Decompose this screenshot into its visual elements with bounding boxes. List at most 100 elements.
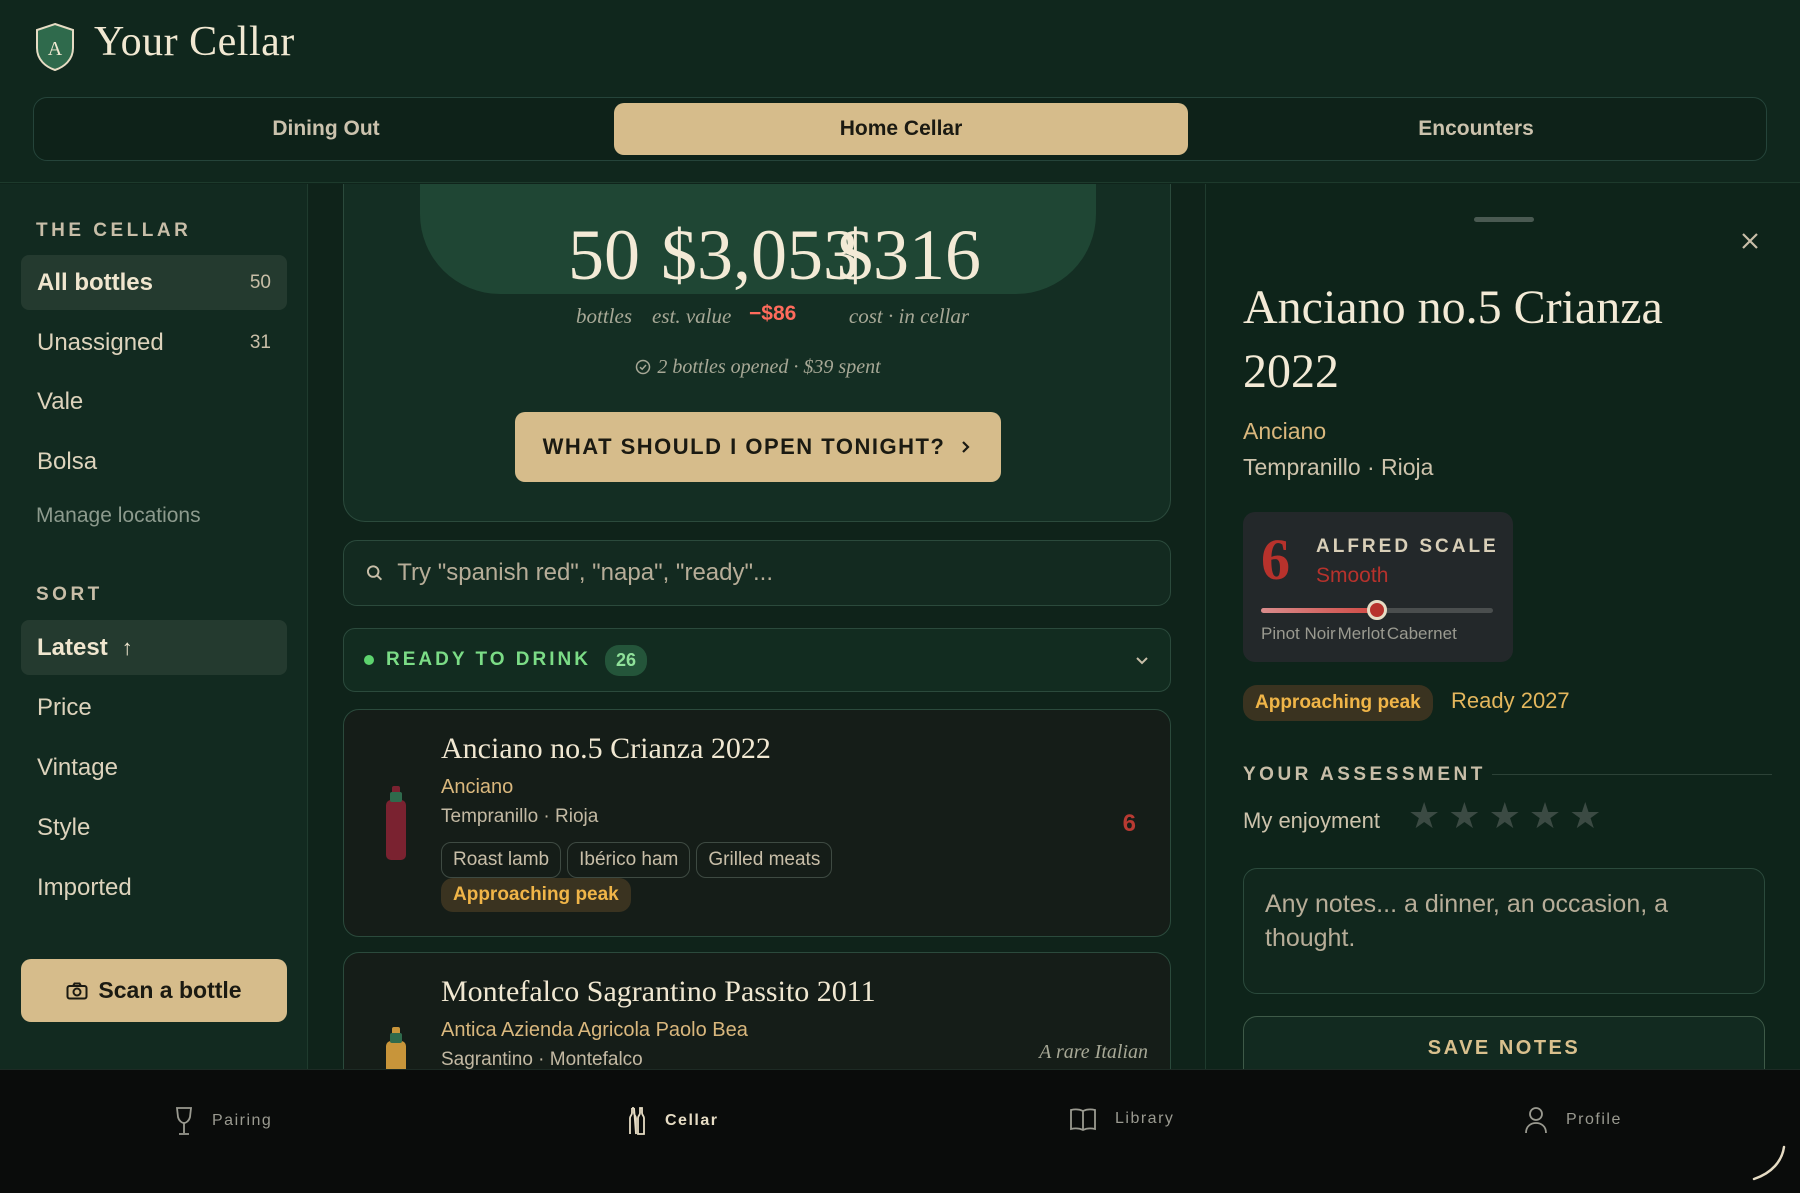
status-badge: Approaching peak [441, 878, 631, 912]
scale-number: 6 [1261, 527, 1290, 592]
star-icon[interactable]: ★ [1489, 798, 1521, 834]
sidebar-item-unassigned[interactable]: Unassigned 31 [21, 315, 287, 370]
stat-bottles-label: bottles [576, 304, 632, 328]
scale-fill [1261, 608, 1377, 613]
sort-option-latest[interactable]: Latest ↑ [21, 620, 287, 675]
sort-option-label: Vintage [37, 753, 118, 781]
sidebar: THE CELLAR All bottles 50 Unassigned 31 … [0, 184, 308, 1069]
nav-label: Pairing [212, 1112, 273, 1129]
wine-detail-panel: Anciano no.5 Crianza 2022 Anciano Tempra… [1205, 184, 1800, 1069]
wine-bottle-icon [386, 786, 406, 860]
ready-dot-icon [364, 655, 374, 665]
sidebar-item-all-bottles[interactable]: All bottles 50 [21, 255, 287, 310]
sort-option-vintage[interactable]: Vintage [21, 740, 287, 795]
detail-title: Anciano no.5 Crianza 2022 [1243, 281, 1663, 398]
pairing-tag: Ibérico ham [567, 842, 691, 878]
cellar-stats-card: 50 bottles $3,053 est. value −$86 $316 c… [343, 184, 1171, 522]
resize-corner-icon[interactable] [1748, 1143, 1788, 1183]
sidebar-item-bolsa[interactable]: Bolsa [21, 434, 287, 489]
nav-library[interactable]: Library [1069, 1106, 1174, 1132]
pairing-tag: Roast lamb [441, 842, 562, 878]
scale-tick: Merlot [1337, 624, 1385, 643]
app-header: A Your Cellar Dining Out Home Cellar Enc… [0, 0, 1800, 183]
shield-logo-icon: A [36, 22, 74, 72]
wine-variety: Tempranillo · Rioja [441, 806, 599, 827]
tab-dining-out[interactable]: Dining Out [39, 103, 613, 155]
sidebar-item-label: Bolsa [37, 447, 98, 475]
ready-to-drink-count: 26 [604, 644, 647, 676]
save-notes-button[interactable]: SAVE NOTES [1243, 1016, 1765, 1069]
wine-note: A rare Italian [1039, 1041, 1148, 1063]
search-bar [343, 540, 1171, 606]
nav-pairing[interactable]: Pairing [174, 1106, 272, 1136]
sort-direction-arrow-icon: ↑ [121, 634, 133, 660]
stat-value-delta: −$86 [749, 302, 797, 325]
detail-ready-year: Ready 2027 [1451, 688, 1570, 713]
bottle-body [386, 800, 406, 860]
search-input[interactable] [397, 559, 1148, 587]
sidebar-item-count: 50 [249, 271, 271, 293]
manage-locations-link[interactable]: Manage locations [36, 504, 201, 528]
opened-summary-text: 2 bottles opened · $39 spent [657, 356, 881, 378]
detail-variety: Tempranillo · Rioja [1243, 454, 1434, 480]
star-icon[interactable]: ★ [1408, 798, 1440, 834]
app-title: Your Cellar [94, 19, 295, 65]
ready-to-drink-toggle[interactable]: READY TO DRINK 26 [343, 628, 1171, 692]
check-circle-icon [636, 359, 651, 375]
wine-producer: Anciano [441, 776, 514, 798]
nav-label: Cellar [665, 1112, 719, 1129]
sort-option-style[interactable]: Style [21, 800, 287, 855]
chevron-down-icon [1136, 657, 1148, 665]
star-icon[interactable]: ★ [1569, 798, 1601, 834]
tab-home-cellar[interactable]: Home Cellar [614, 103, 1188, 155]
sort-option-label: Price [37, 693, 92, 721]
scale-word: Smooth [1316, 564, 1389, 587]
scale-tick: Cabernet [1386, 624, 1457, 643]
sidebar-item-label: Vale [37, 387, 84, 415]
scan-bottle-button[interactable]: Scan a bottle [21, 959, 287, 1022]
scan-bottle-label: Scan a bottle [98, 977, 242, 1003]
camera-icon [66, 982, 88, 999]
sort-option-imported[interactable]: Imported [21, 860, 287, 915]
stat-cost-label: cost · in cellar [848, 304, 970, 328]
close-icon[interactable] [1733, 224, 1767, 258]
wine-card[interactable]: Montefalco Sagrantino Passito 2011 Antic… [343, 952, 1171, 1069]
drag-handle[interactable] [1474, 217, 1534, 222]
open-tonight-button[interactable]: WHAT SHOULD I OPEN TONIGHT? [515, 412, 1001, 482]
wine-card[interactable]: Anciano no.5 Crianza 2022 Anciano Tempra… [343, 709, 1171, 937]
wine-glass-icon [175, 1107, 193, 1135]
sort-option-label: Latest [37, 633, 108, 661]
sidebar-item-label: Unassigned [37, 328, 164, 356]
book-icon [1070, 1108, 1096, 1132]
sort-option-price[interactable]: Price [21, 680, 287, 735]
wine-variety: Sagrantino · Montefalco [441, 1049, 643, 1069]
tab-encounters[interactable]: Encounters [1189, 103, 1763, 155]
notes-field[interactable] [1243, 868, 1765, 994]
mode-tabs: Dining Out Home Cellar Encounters [33, 97, 1767, 161]
star-icon[interactable]: ★ [1448, 798, 1480, 834]
scale-ticks: Pinot Noir Merlot Cabernet [1261, 624, 1459, 644]
open-tonight-label: WHAT SHOULD I OPEN TONIGHT? [542, 434, 946, 459]
wine-title: Anciano no.5 Crianza 2022 [441, 732, 771, 765]
bottom-nav: Pairing Cellar Library Profile [0, 1069, 1800, 1193]
nav-profile[interactable]: Profile [1524, 1106, 1622, 1134]
chevron-right-icon [962, 441, 970, 453]
enjoyment-rating: ★ ★ ★ ★ ★ [1408, 798, 1609, 834]
star-icon[interactable]: ★ [1529, 798, 1561, 834]
wine-title: Montefalco Sagrantino Passito 2011 [441, 975, 876, 1008]
nav-cellar[interactable]: Cellar [627, 1106, 718, 1136]
cellar-heading: THE CELLAR [36, 220, 192, 241]
logo-letter: A [48, 38, 63, 60]
cellar-list: 50 bottles $3,053 est. value −$86 $316 c… [309, 184, 1205, 1069]
ready-to-drink-label: READY TO DRINK [386, 649, 591, 670]
sidebar-item-vale[interactable]: Vale [21, 374, 287, 429]
person-icon [1525, 1107, 1547, 1134]
bottles-icon [629, 1107, 645, 1135]
scale-title: ALFRED SCALE [1316, 536, 1499, 557]
pairing-tags: Roast lamb Ibérico ham Grilled meats [441, 842, 838, 878]
search-icon [366, 565, 383, 581]
assessment-heading: YOUR ASSESSMENT [1243, 764, 1486, 785]
opened-summary: 2 bottles opened · $39 spent [344, 356, 1170, 379]
divider [1492, 774, 1772, 775]
bottle-body [386, 1041, 406, 1069]
